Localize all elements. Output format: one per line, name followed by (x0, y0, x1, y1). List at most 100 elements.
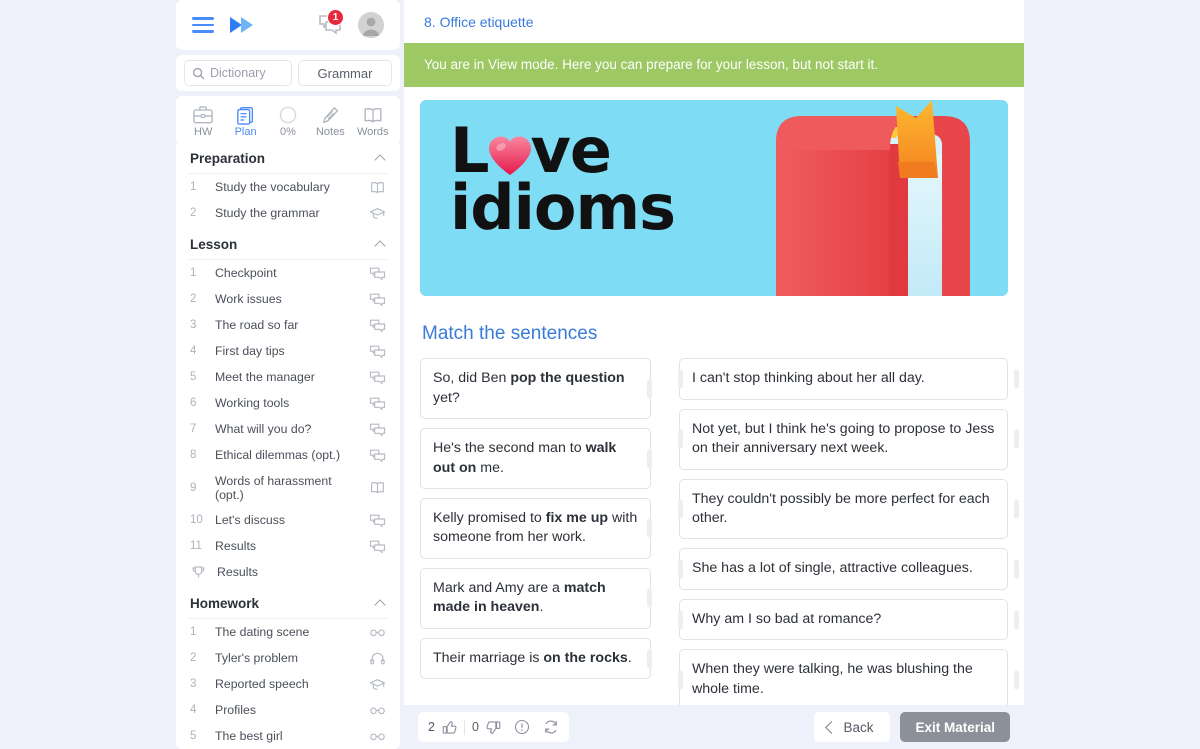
match-card-text: When they were talking, he was blushing … (692, 661, 973, 697)
app-root: 1 Dictionary Grammar HW Plan 0% Notes Wo… (0, 0, 1200, 749)
sidebar-item-label: Let's discuss (215, 513, 286, 527)
sidebar-item-number: 1 (190, 626, 197, 638)
sidebar-item-results[interactable]: Results (188, 559, 388, 585)
sidebar-item-let-s-discuss[interactable]: 10 Let's discuss (188, 507, 388, 533)
breadcrumb[interactable]: 8. Office etiquette (424, 14, 533, 30)
sidebar-item-first-day-tips[interactable]: 4 First day tips (188, 338, 388, 364)
connector-nub-right[interactable] (1014, 429, 1019, 449)
sidebar-group-header[interactable]: Preparation (188, 140, 388, 174)
notifications-button[interactable]: 1 (318, 9, 344, 37)
chevron-up-icon[interactable] (375, 155, 386, 162)
connector-nub[interactable] (678, 559, 683, 579)
match-card[interactable]: He's the second man to walk out on me. (420, 428, 652, 489)
connector-nub[interactable] (647, 449, 652, 469)
match-card[interactable]: She has a lot of single, attractive coll… (678, 548, 1019, 590)
connector-nub[interactable] (678, 429, 683, 449)
grammar-button[interactable]: Grammar (298, 60, 392, 86)
connector-nub[interactable] (678, 369, 683, 389)
sidebar-item-label: What will you do? (215, 422, 312, 436)
refresh-icon[interactable] (543, 719, 559, 735)
sidebar-item-the-dating-scene[interactable]: 1 The dating scene (188, 619, 388, 645)
trophy-icon (192, 565, 205, 577)
chevron-up-icon[interactable] (375, 600, 386, 607)
sidebar-item-number: 10 (190, 514, 203, 526)
sidebar-item-reported-speech[interactable]: 3 Reported speech (188, 671, 388, 697)
search-input[interactable]: Dictionary (184, 60, 292, 86)
match-card[interactable]: They couldn't possibly be more perfect f… (678, 478, 1019, 540)
connector-nub-right[interactable] (1014, 559, 1019, 579)
sidebar-item-study-the-vocabulary[interactable]: 1 Study the vocabulary (188, 174, 388, 200)
connector-nub[interactable] (647, 518, 652, 538)
sidebar-item-label: The best girl (215, 729, 283, 743)
sidebar-item-study-the-grammar[interactable]: 2 Study the grammar (188, 200, 388, 226)
sidebar-item-ethical-dilemmas-opt[interactable]: 8 Ethical dilemmas (opt.) (188, 442, 388, 468)
connector-nub[interactable] (647, 649, 652, 669)
banner-title: L ve idioms (450, 120, 676, 239)
sidebar-item-words-of-harassment-opt[interactable]: 9 Words of harassment (opt.) (188, 468, 388, 507)
sidebar-item-meet-the-manager[interactable]: 5 Meet the manager (188, 364, 388, 390)
match-card[interactable]: I can't stop thinking about her all day. (678, 358, 1019, 400)
sidebar-item-the-best-girl[interactable]: 5 The best girl (188, 723, 388, 749)
connector-nub-right[interactable] (1014, 670, 1019, 690)
sidebar-item-working-tools[interactable]: 6 Working tools (188, 390, 388, 416)
open-book-icon (368, 180, 386, 195)
sidebar-item-what-will-you-do[interactable]: 7 What will you do? (188, 416, 388, 442)
match-card[interactable]: Why am I so bad at romance? (678, 598, 1019, 641)
sidebar-item-results[interactable]: 11 Results (188, 533, 388, 559)
match-card[interactable]: Kelly promised to fix me up with someone… (420, 498, 652, 559)
headphones-icon (369, 652, 385, 664)
thumbs-down-icon[interactable] (486, 720, 501, 735)
match-card[interactable]: Their marriage is on the rocks. (420, 637, 652, 680)
sidebar-item-label: Results (215, 539, 257, 553)
sidebar-group-header[interactable]: Homework (188, 585, 388, 619)
trophy-icon (190, 565, 207, 580)
chevron-up-icon[interactable] (375, 241, 386, 248)
sidebar-item-profiles[interactable]: 4 Profiles (188, 697, 388, 723)
match-card[interactable]: So, did Ben pop the question yet? (420, 358, 652, 420)
connector-nub[interactable] (647, 379, 652, 399)
sidebar-group-header[interactable]: Lesson (188, 226, 388, 260)
sidebar-item-work-issues[interactable]: 2 Work issues (188, 286, 388, 312)
connector-nub[interactable] (678, 610, 683, 630)
chat-bubbles-icon (369, 514, 385, 527)
match-card[interactable]: Not yet, but I think he's going to propo… (678, 408, 1019, 470)
sidebar-item-number: 11 (190, 540, 202, 552)
pencil-notes-icon (323, 106, 339, 123)
content-scroll-area[interactable]: L ve idioms Match the sentences So, did … (404, 87, 1024, 749)
sidebar-item-number: 4 (190, 345, 197, 357)
match-card-text: They couldn't possibly be more perfect f… (692, 490, 990, 526)
left-gutter (0, 0, 176, 749)
tool-plan[interactable]: Plan (225, 105, 267, 138)
match-card[interactable]: When they were talking, he was blushing … (678, 649, 1019, 711)
sidebar-item-tyler-s-problem[interactable]: 2 Tyler's problem (188, 645, 388, 671)
divider (463, 719, 465, 735)
sidebar-item-label: First day tips (215, 344, 285, 358)
avatar[interactable] (358, 12, 384, 38)
sidebar-item-label: The road so far (215, 318, 299, 332)
connector-nub-right[interactable] (1014, 610, 1019, 630)
connector-nub-right[interactable] (1014, 499, 1019, 519)
sidebar-topbar: 1 (176, 0, 400, 50)
glasses-icon (369, 628, 385, 636)
exclamation-circle-icon[interactable] (514, 719, 530, 735)
sidebar-item-the-road-so-far[interactable]: 3 The road so far (188, 312, 388, 338)
tool-notes[interactable]: Notes (309, 105, 351, 138)
sidebar-item-label: Ethical dilemmas (opt.) (215, 448, 341, 462)
match-card[interactable]: Mark and Amy are a match made in heaven. (420, 567, 652, 629)
exit-material-button[interactable]: Exit Material (900, 712, 1010, 742)
double-chevron-logo[interactable] (228, 15, 258, 35)
chat-bubbles-icon (369, 540, 385, 553)
sidebar-lesson-list[interactable]: Preparation 1 Study the vocabulary 2 Stu… (176, 140, 400, 749)
connector-nub[interactable] (647, 588, 652, 608)
back-button[interactable]: Back (814, 712, 891, 742)
thumbs-up-icon[interactable] (442, 720, 457, 735)
tool-progress[interactable]: 0% (267, 105, 309, 138)
sidebar-item-checkpoint[interactable]: 1 Checkpoint (188, 260, 388, 286)
connector-nub[interactable] (678, 670, 683, 690)
tool-hw[interactable]: HW (182, 105, 224, 138)
hamburger-icon[interactable] (192, 17, 214, 33)
connector-nub[interactable] (678, 499, 683, 519)
connector-nub-right[interactable] (1014, 369, 1019, 389)
tool-notes-label: Notes (315, 125, 345, 138)
tool-words[interactable]: Words (352, 105, 394, 138)
